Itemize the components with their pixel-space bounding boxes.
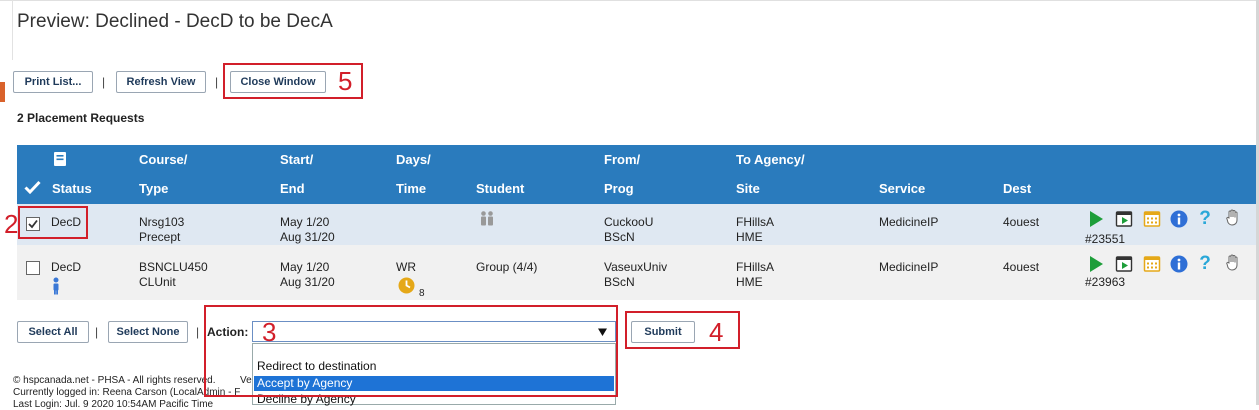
row-from: VaseuxUniv bbox=[604, 260, 668, 274]
row-dest: 4ouest bbox=[1003, 215, 1040, 229]
header-start[interactable]: Start/ bbox=[280, 152, 313, 167]
row-prog: BScN bbox=[604, 275, 635, 289]
row-site: HME bbox=[736, 275, 763, 289]
annotation-number-5: 5 bbox=[338, 66, 353, 96]
row-end: Aug 31/20 bbox=[280, 230, 335, 244]
header-service[interactable]: Service bbox=[879, 181, 925, 196]
annotation-number-4: 4 bbox=[709, 317, 724, 347]
row-course: BSNCLU450 bbox=[139, 260, 208, 274]
info-icon[interactable] bbox=[1170, 255, 1188, 273]
copyright-text: © hspcanada.net - PHSA - All rights rese… bbox=[13, 375, 216, 386]
check-all-icon[interactable] bbox=[24, 180, 41, 194]
row-service: MedicineIP bbox=[879, 260, 939, 274]
toolbar-separator: | bbox=[215, 75, 219, 89]
schedule-play-icon[interactable] bbox=[1115, 254, 1133, 272]
row-site: HME bbox=[736, 230, 763, 244]
select-all-button[interactable]: Select All bbox=[17, 321, 89, 343]
top-border bbox=[0, 0, 1259, 1]
header-from[interactable]: From/ bbox=[604, 152, 640, 167]
table-row[interactable]: DecD BSNCLU450 CLUnit May 1/20 Aug 31/20… bbox=[17, 245, 1256, 300]
row-type: CLUnit bbox=[139, 275, 176, 289]
row-dest: 4ouest bbox=[1003, 260, 1040, 274]
row-start: May 1/20 bbox=[280, 260, 330, 274]
header-type[interactable]: Type bbox=[139, 181, 168, 196]
notes-icon[interactable] bbox=[53, 151, 67, 167]
play-icon[interactable] bbox=[1087, 210, 1105, 228]
row-checkbox[interactable] bbox=[26, 261, 40, 275]
person-icon[interactable] bbox=[51, 277, 61, 295]
play-icon[interactable] bbox=[1087, 255, 1105, 273]
header-site[interactable]: Site bbox=[736, 181, 760, 196]
row-days: WR bbox=[396, 260, 416, 274]
annotation-number-2: 2 bbox=[4, 209, 19, 239]
background-window-fragment bbox=[0, 82, 5, 102]
print-list-button[interactable]: Print List... bbox=[13, 71, 93, 93]
row-prog: BScN bbox=[604, 230, 635, 244]
clock-icon[interactable] bbox=[398, 277, 415, 294]
header-prog[interactable]: Prog bbox=[604, 181, 634, 196]
action-separator: | bbox=[95, 325, 99, 339]
placement-count: 2 Placement Requests bbox=[17, 111, 145, 125]
header-status[interactable]: Status bbox=[52, 181, 92, 196]
hand-stop-icon[interactable] bbox=[1224, 253, 1242, 271]
table-row[interactable]: DecD Nrsg103 Precept May 1/20 Aug 31/20 … bbox=[17, 204, 1256, 246]
select-none-button[interactable]: Select None bbox=[108, 321, 188, 343]
refresh-view-button[interactable]: Refresh View bbox=[116, 71, 206, 93]
student-group-icon[interactable] bbox=[478, 210, 496, 228]
hand-stop-icon[interactable] bbox=[1224, 208, 1242, 226]
page-title: Preview: Declined - DecD to be DecA bbox=[17, 11, 333, 32]
header-dest[interactable]: Dest bbox=[1003, 181, 1031, 196]
row-course: Nrsg103 bbox=[139, 215, 185, 229]
info-icon[interactable] bbox=[1170, 210, 1188, 228]
row-start: May 1/20 bbox=[280, 215, 330, 229]
help-icon[interactable]: ? bbox=[1196, 208, 1214, 226]
annotation-box-3-overlay bbox=[204, 305, 618, 397]
row-id: #23551 bbox=[1085, 232, 1126, 246]
row-hours: 8 bbox=[419, 288, 425, 299]
header-days[interactable]: Days/ bbox=[396, 152, 431, 167]
svg-text:?: ? bbox=[1199, 208, 1211, 226]
row-student: Group (4/4) bbox=[476, 260, 538, 274]
left-border bbox=[12, 0, 13, 60]
annotation-box-2 bbox=[18, 206, 88, 239]
header-student[interactable]: Student bbox=[476, 181, 524, 196]
row-status: DecD bbox=[51, 260, 82, 274]
row-from: CuckooU bbox=[604, 215, 654, 229]
schedule-play-icon[interactable] bbox=[1115, 209, 1133, 227]
table-header: Status Course/ Type Start/ End Days/ Tim… bbox=[17, 145, 1256, 204]
row-service: MedicineIP bbox=[879, 215, 939, 229]
toolbar-separator: | bbox=[102, 75, 106, 89]
header-course[interactable]: Course/ bbox=[139, 152, 187, 167]
header-end[interactable]: End bbox=[280, 181, 305, 196]
header-to-agency[interactable]: To Agency/ bbox=[736, 152, 805, 167]
action-separator: | bbox=[196, 325, 200, 339]
help-icon[interactable]: ? bbox=[1196, 253, 1214, 271]
calendar-icon[interactable] bbox=[1143, 209, 1161, 227]
row-end: Aug 31/20 bbox=[280, 275, 335, 289]
calendar-icon[interactable] bbox=[1143, 254, 1161, 272]
row-agency: FHillsA bbox=[736, 260, 774, 274]
header-time[interactable]: Time bbox=[396, 181, 426, 196]
svg-text:?: ? bbox=[1199, 253, 1211, 271]
row-id: #23963 bbox=[1085, 275, 1126, 289]
row-type: Precept bbox=[139, 230, 181, 244]
row-agency: FHillsA bbox=[736, 215, 774, 229]
